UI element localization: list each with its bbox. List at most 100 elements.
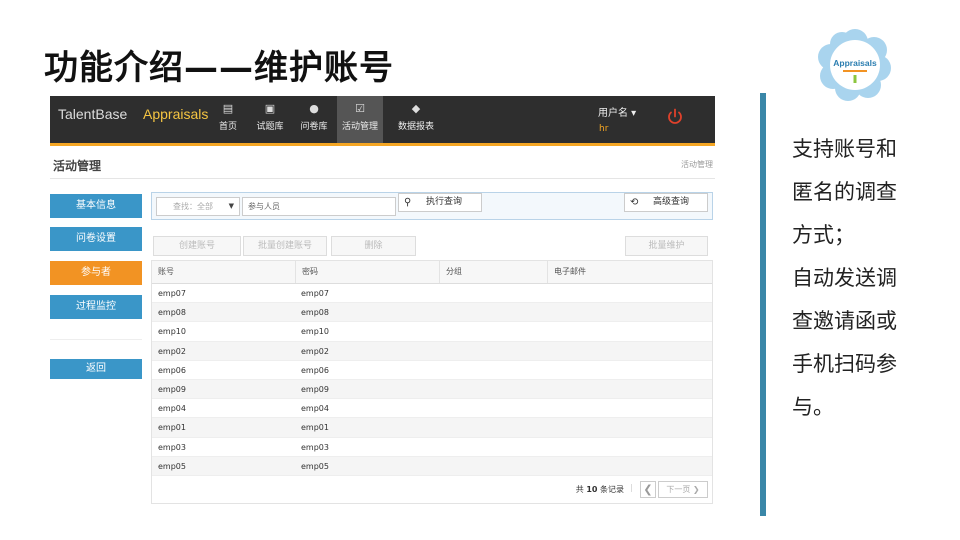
description-line: 查邀请函或 [792,309,897,333]
table-row[interactable]: emp08 emp08 [152,303,712,323]
back-button[interactable]: 返回 [50,359,142,379]
create-account-button[interactable]: 创建账号 [153,236,241,256]
nav-item-activity[interactable]: ☑ 活动管理 [337,96,383,143]
table-row[interactable]: emp01 emp01 [152,418,712,438]
accounts-table: 账号 密码 分组 电子邮件 emp07 emp07 emp08 emp08 emp10 e… [151,260,713,504]
cell-account: emp03 [158,442,186,452]
batch-create-button[interactable]: 批量创建账号 [243,236,327,256]
chevron-right-icon: ❯ [692,484,700,494]
table-row[interactable]: emp06 emp06 [152,361,712,380]
logo-text: Appraisals [833,58,877,68]
cell-account: emp06 [158,365,186,375]
cell-password: emp03 [301,442,329,452]
search-button-label: 执行查询 [426,197,463,207]
table-header: 账号 密码 分组 电子邮件 [152,261,712,284]
column-header-group[interactable]: 分组 [439,261,462,283]
nav-item-question-bank[interactable]: ▣ 试题库 [252,96,288,143]
advanced-search-button[interactable]: ⟲ 高级查询 [624,193,708,212]
appraisals-logo: Appraisals [818,29,891,101]
cell-account: emp04 [158,404,186,414]
product-name: Appraisals [143,106,209,122]
description-line: 匿名的调查 [792,180,897,204]
cell-account: emp08 [158,308,186,318]
column-header-password[interactable]: 密码 [295,261,318,283]
description-line: 自动发送调 [792,266,897,290]
breadcrumb: 活动管理 [681,160,713,169]
cell-account: emp01 [158,423,186,433]
search-scope-select[interactable]: 查找：全部 ▼ [156,197,240,216]
pager-divider: | [630,482,633,492]
box-icon: ◆ [411,102,421,115]
description-line: 支持账号和 [792,137,897,161]
top-navbar: TalentBase Appraisals ▤ 首页 ▣ 试题库 ● 问卷库 ☑… [50,96,715,146]
feature-description: 支持账号和 匿名的调查 方式； 自动发送调 查邀请函或 手机扫码参 与。 [792,128,932,429]
batch-maintain-button[interactable]: 批量维护 [625,236,708,256]
sidebar-item-basic-info[interactable]: 基本信息 [50,194,142,218]
description-line: 手机扫码参 [792,352,897,376]
inbox-icon: ▣ [264,102,276,115]
nav-label: 数据报表 [397,122,434,132]
slide-title: 功能介绍——维护账号 [44,48,394,88]
description-line: 方式； [792,223,855,247]
nav-label: 首页 [218,122,237,132]
cell-password: emp09 [301,384,329,394]
record-count: 共 10 条记录 [576,484,624,495]
table-row[interactable]: emp05 emp05 [152,456,712,476]
clipboard-icon: ☑ [355,102,365,115]
nav-label: 活动管理 [341,122,378,132]
user-icon: ● [309,102,319,115]
building-icon: ▤ [222,102,234,115]
table-row[interactable]: emp07 emp07 [152,284,712,304]
table-row[interactable]: emp09 emp09 [152,379,712,400]
cell-password: emp08 [301,308,329,318]
description-line: 与。 [792,395,834,419]
brand-name: TalentBase [58,106,128,122]
accent-bar [760,93,766,516]
user-menu[interactable]: 用户名 ▾ [598,104,636,119]
search-bar: 查找：全部 ▼ 参与人员 ⚲ 执行查询 ⟲ 高级查询 [151,192,713,220]
cell-account: emp02 [158,346,186,356]
page-header: 活动管理 活动管理 [50,149,715,179]
search-input[interactable]: 参与人员 [242,197,396,216]
table-body: emp07 emp07 emp08 emp08 emp10 emp10 emp02 emp02… [152,284,712,476]
cell-account: emp05 [158,461,186,471]
column-header-email[interactable]: 电子邮件 [547,261,586,283]
cell-password: emp02 [301,346,329,356]
prev-page-button[interactable]: ❮ [640,480,656,498]
sidebar-item-questionnaire-settings[interactable]: 问卷设置 [50,227,142,251]
nav-item-questionnaire[interactable]: ● 问卷库 [297,96,331,143]
cell-password: emp07 [301,289,329,298]
record-count-value: 10 [586,484,598,494]
search-scope-value: 查找：全部 [173,202,213,211]
next-page-button[interactable]: 下一页 ❯ [658,480,708,498]
cell-password: emp06 [301,365,329,375]
user-name: hr [599,124,609,134]
table-row[interactable]: emp03 emp03 [152,438,712,457]
app-screenshot: TalentBase Appraisals ▤ 首页 ▣ 试题库 ● 问卷库 ☑… [50,96,715,510]
refresh-icon: ⟲ [630,197,639,208]
next-page-label: 下一页 [666,484,691,494]
sidebar-item-participants[interactable]: 参与者 [50,261,142,285]
cell-account: emp09 [158,384,186,394]
nav-label: 试题库 [256,122,284,132]
cell-password: emp05 [301,461,329,471]
power-icon[interactable] [666,108,684,126]
record-count-suffix: 条记录 [600,484,624,494]
column-header-account[interactable]: 账号 [152,261,174,283]
search-icon: ⚲ [404,197,412,208]
cell-password: emp01 [301,423,329,433]
search-button[interactable]: ⚲ 执行查询 [398,193,482,212]
sidebar-item-monitoring[interactable]: 过程监控 [50,295,142,319]
advanced-search-label: 高级查询 [653,197,690,207]
record-count-prefix: 共 [575,484,584,494]
nav-item-home[interactable]: ▤ 首页 [214,96,242,143]
table-row[interactable]: emp02 emp02 [152,341,712,361]
delete-button[interactable]: 删除 [331,236,416,256]
page-title: 活动管理 [53,159,102,173]
nav-item-reports[interactable]: ◆ 数据报表 [394,96,438,143]
table-row[interactable]: emp10 emp10 [152,322,712,342]
table-row[interactable]: emp04 emp04 [152,399,712,419]
cell-account: emp10 [158,327,186,337]
pagination: 共 10 条记录 | ❮ 下一页 ❯ [152,476,712,503]
cell-password: emp04 [301,404,329,414]
